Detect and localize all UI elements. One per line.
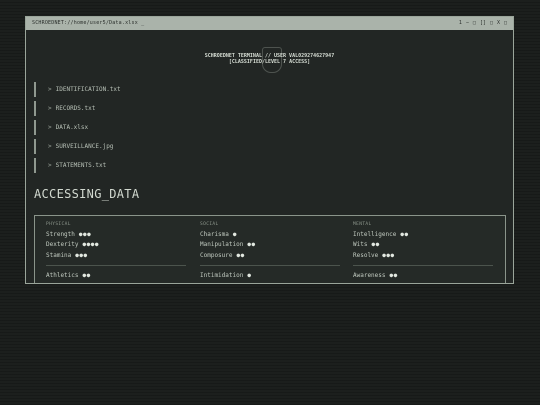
- attribute-name: Stamina: [46, 251, 72, 259]
- file-item-surveillance[interactable]: > SURVEILLANCE.jpg: [34, 139, 121, 154]
- attribute-row: Manipulation ●●: [200, 240, 340, 251]
- window-controls: 1 − □ [] □ X □: [459, 17, 507, 30]
- category-label: PHYSICAL: [46, 222, 71, 227]
- skill-dots: ●: [247, 272, 252, 280]
- skill-row: Awareness ●●: [353, 271, 493, 282]
- attribute-row: Stamina ●●●: [46, 250, 186, 261]
- attribute-name: Manipulation: [200, 241, 244, 249]
- attribute-dots: ●●●: [75, 251, 88, 259]
- header-line-2: [CLASSIFIED/LEVEL 7 ACCESS]: [228, 59, 311, 65]
- terminal-window: SCHROEDNET://home/user5/Data.xlsx _ 1 − …: [25, 16, 514, 284]
- minimize-button[interactable]: −: [466, 17, 469, 30]
- divider: [46, 264, 186, 266]
- attribute-name: Resolve: [353, 251, 379, 259]
- social-column: SOCIAL Charisma ● Manipulation ●● Composur…: [200, 222, 340, 281]
- attribute-name: Dexterity: [46, 241, 79, 249]
- attribute-name: Composure: [200, 251, 233, 259]
- chevron-right-icon: >: [48, 86, 52, 93]
- divider: [353, 264, 493, 266]
- mental-column: MENTAL Intelligence ●● Wits ●● Resolve ●●● …: [353, 222, 493, 281]
- attribute-dots: ●●●: [382, 251, 395, 259]
- attribute-dots: ●●●●: [82, 241, 99, 249]
- file-item-data[interactable]: > DATA.xlsx: [34, 120, 121, 135]
- skill-dots: ●●: [389, 272, 398, 280]
- attribute-dots: ●●: [371, 241, 380, 249]
- skill-name: Awareness: [353, 272, 386, 280]
- file-name: RECORDS.txt: [55, 105, 96, 112]
- title-bar: SCHROEDNET://home/user5/Data.xlsx _ 1 − …: [26, 17, 513, 30]
- attribute-name: Intelligence: [353, 230, 397, 238]
- attribute-row: Intelligence ●●: [353, 229, 493, 240]
- file-item-records[interactable]: > RECORDS.txt: [34, 101, 121, 116]
- attribute-name: Wits: [353, 241, 368, 249]
- attribute-name: Strength: [46, 230, 75, 238]
- attribute-dots: ●●: [236, 251, 245, 259]
- attribute-dots: ●: [232, 230, 238, 238]
- chevron-right-icon: >: [48, 105, 52, 112]
- control-1[interactable]: 1: [459, 17, 462, 30]
- section-title: ACCESSING_DATA: [34, 187, 140, 201]
- chevron-right-icon: >: [48, 162, 52, 169]
- file-name: STATEMENTS.txt: [55, 162, 107, 169]
- file-name: SURVEILLANCE.jpg: [55, 143, 114, 150]
- attribute-name: Charisma: [200, 230, 229, 238]
- file-item-statements[interactable]: > STATEMENTS.txt: [34, 158, 121, 173]
- skill-row: Athletics ●●: [46, 271, 186, 282]
- file-list: > IDENTIFICATION.txt > RECORDS.txt > DAT…: [34, 82, 121, 177]
- attribute-dots: ●●: [400, 230, 409, 238]
- divider: [200, 264, 340, 266]
- skill-name: Athletics: [46, 272, 79, 280]
- control-7[interactable]: □: [504, 17, 507, 30]
- attribute-row: Resolve ●●●: [353, 250, 493, 261]
- chevron-right-icon: >: [48, 143, 52, 150]
- attribute-row: Composure ●●: [200, 250, 340, 261]
- window-path: SCHROEDNET://home/user5/Data.xlsx _: [32, 20, 145, 26]
- file-item-identification[interactable]: > IDENTIFICATION.txt: [34, 82, 121, 97]
- control-3[interactable]: □: [473, 17, 476, 30]
- attribute-row: Charisma ●: [200, 229, 340, 240]
- close-button[interactable]: X: [497, 17, 500, 30]
- skill-dots: ●●: [82, 272, 91, 280]
- restore-button[interactable]: []: [480, 17, 486, 30]
- maximize-button[interactable]: □: [490, 17, 493, 30]
- skill-row: Intimidation ●: [200, 271, 340, 282]
- category-label: SOCIAL: [200, 222, 219, 227]
- attributes-panel: PHYSICAL Strength ●●● Dexterity ●●●● Stami…: [34, 215, 506, 283]
- category-label: MENTAL: [353, 222, 372, 227]
- skill-name: Intimidation: [200, 272, 244, 280]
- attribute-row: Strength ●●●: [46, 229, 186, 240]
- file-name: IDENTIFICATION.txt: [55, 86, 121, 93]
- attribute-dots: ●●●: [78, 230, 92, 238]
- physical-column: PHYSICAL Strength ●●● Dexterity ●●●● Stami…: [46, 222, 186, 281]
- chevron-right-icon: >: [48, 124, 52, 131]
- file-name: DATA.xlsx: [55, 124, 89, 131]
- attribute-row: Dexterity ●●●●: [46, 240, 186, 251]
- attribute-dots: ●●: [247, 241, 256, 249]
- terminal-header: SCHROEDNET TERMINAL // USER VAL029274627…: [26, 53, 513, 65]
- attribute-row: Wits ●●: [353, 240, 493, 251]
